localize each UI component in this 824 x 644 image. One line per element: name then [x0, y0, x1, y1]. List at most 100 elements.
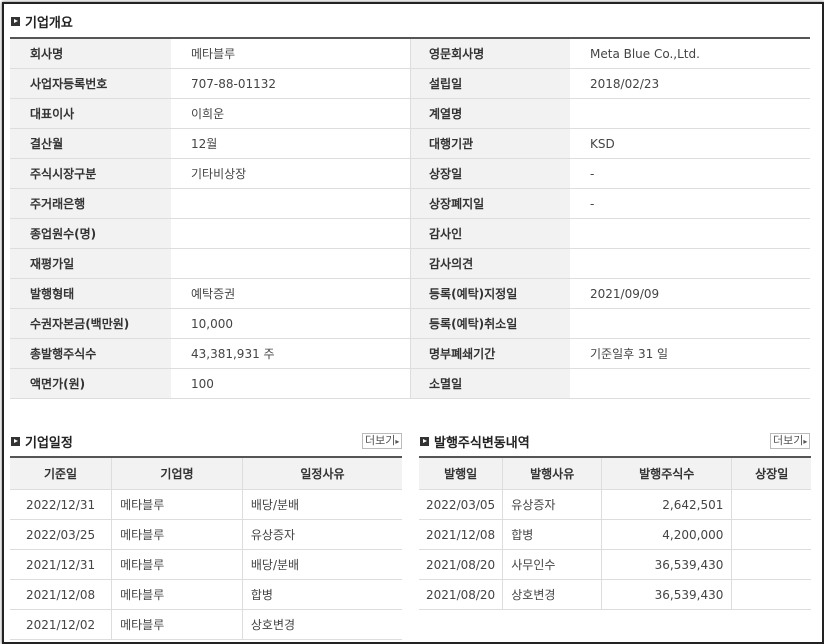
field-value: 메타블루 — [171, 38, 411, 69]
field-value — [570, 98, 810, 129]
table-cell: 2021/12/31 — [10, 549, 112, 580]
table-cell: 합병 — [241, 579, 402, 610]
field-label: 회사명 — [10, 38, 171, 69]
field-label: 발행형태 — [10, 278, 171, 309]
table-cell: 2021/08/20 — [419, 579, 503, 610]
table-cell: 4,200,000 — [601, 519, 732, 550]
bullet-arrow-icon — [11, 437, 20, 446]
schedule-table: 기준일 기업명 일정사유 2022/12/31 메타블루 배당/분배 2022/03/25… — [10, 456, 402, 640]
field-value: 기타비상장 — [171, 158, 411, 189]
field-value: 43,381,931 주 — [171, 338, 411, 369]
table-cell: 메타블루 — [111, 609, 243, 640]
field-label: 계열명 — [410, 98, 570, 129]
field-label: 결산월 — [10, 128, 171, 159]
table-cell: 유상증자 — [241, 519, 402, 550]
field-value — [171, 188, 411, 219]
table-cell: 메타블루 — [111, 489, 243, 520]
table-cell: 배당/분배 — [241, 489, 402, 520]
column-header[interactable]: 발행사유 — [502, 457, 602, 490]
issuance-more-button[interactable]: 더보기▸ — [770, 433, 811, 449]
column-header[interactable]: 상장일 — [731, 457, 811, 490]
overview-row: 발행형태 예탁증권 등록(예탁)지정일 2021/09/09 — [10, 278, 810, 309]
field-label: 총발행주식수 — [10, 338, 171, 369]
table-row[interactable]: 2021/08/20 상호변경 36,539,430 — [419, 579, 811, 610]
field-label: 소멸일 — [410, 368, 570, 399]
table-row[interactable]: 2021/08/20 사무인수 36,539,430 — [419, 549, 811, 580]
field-label: 감사의견 — [410, 248, 570, 279]
issuance-title: 발행주식변동내역 — [434, 436, 530, 451]
chevron-right-icon: ▸ — [803, 437, 808, 446]
field-label: 액면가(원) — [10, 368, 171, 399]
column-header[interactable]: 기업명 — [111, 457, 243, 490]
table-cell: 상호변경 — [502, 579, 602, 610]
table-cell: 메타블루 — [111, 579, 243, 610]
overview-row: 수권자본금(백만원) 10,000 등록(예탁)취소일 — [10, 308, 810, 339]
field-value — [570, 368, 810, 399]
schedule-title: 기업일정 — [25, 436, 73, 451]
table-cell: 메타블루 — [111, 519, 243, 550]
field-label: 주식시장구분 — [10, 158, 171, 189]
table-cell: 2021/12/02 — [10, 609, 112, 640]
column-header[interactable]: 기준일 — [10, 457, 112, 490]
overview-row: 액면가(원) 100 소멸일 — [10, 368, 810, 399]
field-value — [171, 218, 411, 249]
table-row[interactable]: 2021/12/08 합병 4,200,000 — [419, 519, 811, 550]
field-value: 예탁증권 — [171, 278, 411, 309]
table-row[interactable]: 2022/12/31 메타블루 배당/분배 — [10, 489, 402, 520]
table-cell: 2021/08/20 — [419, 549, 503, 580]
field-value: 707-88-01132 — [171, 68, 411, 99]
field-value: 10,000 — [171, 308, 411, 339]
table-cell: 2021/12/08 — [419, 519, 503, 550]
table-cell: 메타블루 — [111, 549, 243, 580]
field-value: 기준일후 31 일 — [570, 338, 810, 369]
table-row[interactable]: 2021/12/02 메타블루 상호변경 — [10, 609, 402, 640]
field-label: 명부폐쇄기간 — [410, 338, 570, 369]
table-cell: 2022/03/05 — [419, 489, 503, 520]
field-label: 상장폐지일 — [410, 188, 570, 219]
field-value — [570, 248, 810, 279]
table-cell: 36,539,430 — [601, 549, 732, 580]
table-row[interactable]: 2021/12/31 메타블루 배당/분배 — [10, 549, 402, 580]
schedule-more-button[interactable]: 더보기▸ — [362, 433, 403, 449]
field-value: - — [570, 158, 810, 189]
table-cell: 2,642,501 — [601, 489, 732, 520]
overview-row: 대표이사 이희운 계열명 — [10, 98, 810, 129]
overview-row: 주거래은행 상장폐지일 - — [10, 188, 810, 219]
overview-row: 재평가일 감사의견 — [10, 248, 810, 279]
table-row[interactable]: 2021/12/08 메타블루 합병 — [10, 579, 402, 610]
field-label: 대표이사 — [10, 98, 171, 129]
field-label: 등록(예탁)지정일 — [410, 278, 570, 309]
column-header[interactable]: 일정사유 — [241, 457, 402, 490]
more-label: 더보기 — [365, 434, 396, 447]
overview-row: 회사명 메타블루 영문회사명 Meta Blue Co.,Ltd. — [10, 38, 810, 69]
field-value: 이희운 — [171, 98, 411, 129]
table-row[interactable]: 2022/03/25 메타블루 유상증자 — [10, 519, 402, 550]
field-label: 감사인 — [410, 218, 570, 249]
table-cell: 2022/03/25 — [10, 519, 112, 550]
field-value — [570, 308, 810, 339]
table-cell: 사무인수 — [502, 549, 602, 580]
field-value: Meta Blue Co.,Ltd. — [570, 38, 810, 69]
field-label: 상장일 — [410, 158, 570, 189]
overview-row: 결산월 12월 대행기관 KSD — [10, 128, 810, 159]
column-header[interactable]: 발행일 — [419, 457, 503, 490]
field-label: 영문회사명 — [410, 38, 570, 69]
field-label: 등록(예탁)취소일 — [410, 308, 570, 339]
issuance-section-title: 발행주식변동내역 — [420, 432, 530, 451]
table-cell — [731, 489, 811, 520]
field-value — [570, 218, 810, 249]
table-row[interactable]: 2022/03/05 유상증자 2,642,501 — [419, 489, 811, 520]
overview-title: 기업개요 — [25, 16, 73, 31]
table-cell: 유상증자 — [502, 489, 602, 520]
column-header[interactable]: 발행주식수 — [601, 457, 732, 490]
table-cell: 배당/분배 — [241, 549, 402, 580]
table-cell — [731, 579, 811, 610]
field-label: 수권자본금(백만원) — [10, 308, 171, 339]
bullet-arrow-icon — [11, 17, 20, 26]
overview-row: 종업원수(명) 감사인 — [10, 218, 810, 249]
table-cell — [731, 519, 811, 550]
table-cell: 36,539,430 — [601, 579, 732, 610]
field-value: 2018/02/23 — [570, 68, 810, 99]
field-value: 12월 — [171, 128, 411, 159]
overview-row: 사업자등록번호 707-88-01132 설립일 2018/02/23 — [10, 68, 810, 99]
